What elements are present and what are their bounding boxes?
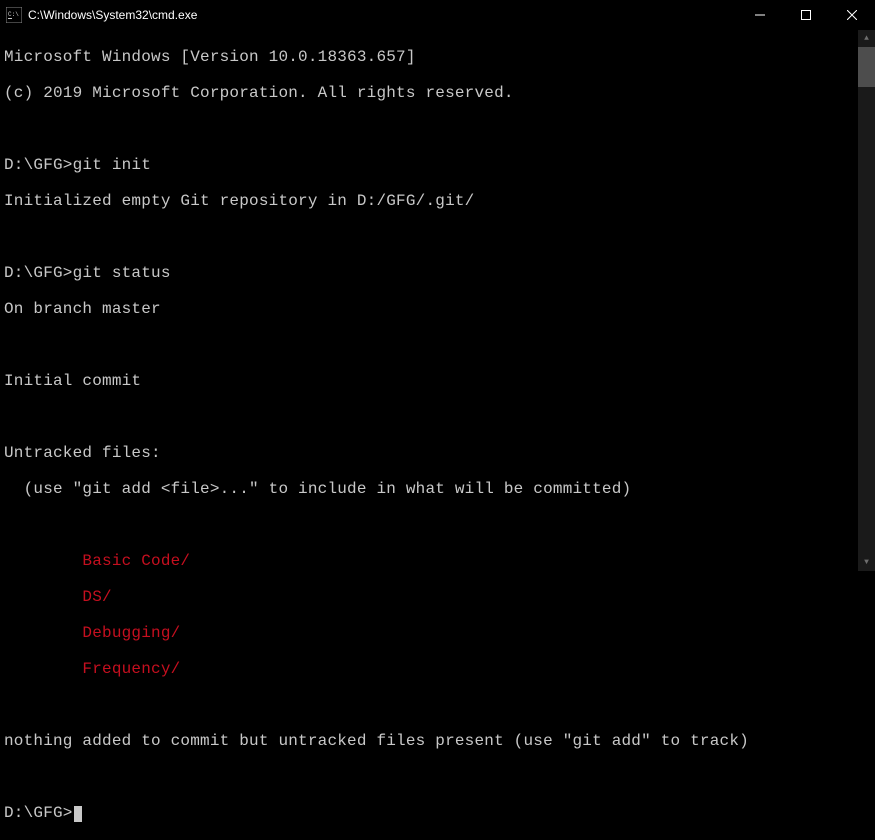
scrollbar-thumb[interactable] bbox=[858, 47, 875, 87]
blank-line bbox=[4, 516, 875, 534]
prompt-line: D:\GFG> bbox=[4, 804, 875, 822]
svg-text:C:\: C:\ bbox=[8, 11, 19, 18]
output-line: Untracked files: bbox=[4, 444, 875, 462]
indent bbox=[4, 624, 82, 642]
blank-line bbox=[4, 768, 875, 786]
untracked-file: DS/ bbox=[4, 588, 875, 606]
titlebar[interactable]: C:\ C:\Windows\System32\cmd.exe bbox=[0, 0, 875, 30]
output-line: Initial commit bbox=[4, 372, 875, 390]
output-line: (use "git add <file>..." to include in w… bbox=[4, 480, 875, 498]
indent bbox=[4, 588, 82, 606]
blank-line bbox=[4, 696, 875, 714]
cmd-icon: C:\ bbox=[6, 7, 22, 23]
prompt-line: D:\GFG>git init bbox=[4, 156, 875, 174]
indent bbox=[4, 552, 82, 570]
untracked-file: Basic Code/ bbox=[4, 552, 875, 570]
output-line: nothing added to commit but untracked fi… bbox=[4, 732, 875, 750]
scroll-up-icon[interactable]: ▲ bbox=[858, 30, 875, 47]
maximize-button[interactable] bbox=[783, 0, 829, 30]
window-controls bbox=[737, 0, 875, 29]
terminal[interactable]: Microsoft Windows [Version 10.0.18363.65… bbox=[4, 30, 875, 571]
command-text: git init bbox=[73, 156, 151, 174]
untracked-name: Frequency/ bbox=[82, 660, 180, 678]
untracked-name: Debugging/ bbox=[82, 624, 180, 642]
cursor bbox=[74, 806, 82, 822]
indent bbox=[4, 660, 82, 678]
prompt-line: D:\GFG>git status bbox=[4, 264, 875, 282]
output-line: On branch master bbox=[4, 300, 875, 318]
blank-line bbox=[4, 120, 875, 138]
copyright-line: (c) 2019 Microsoft Corporation. All righ… bbox=[4, 84, 875, 102]
prompt: D:\GFG> bbox=[4, 804, 73, 822]
scrollbar[interactable]: ▲ ▼ bbox=[858, 30, 875, 571]
close-button[interactable] bbox=[829, 0, 875, 30]
untracked-file: Debugging/ bbox=[4, 624, 875, 642]
window-title: C:\Windows\System32\cmd.exe bbox=[28, 8, 737, 22]
banner-line: Microsoft Windows [Version 10.0.18363.65… bbox=[4, 48, 875, 66]
prompt: D:\GFG> bbox=[4, 156, 73, 174]
blank-line bbox=[4, 408, 875, 426]
untracked-file: Frequency/ bbox=[4, 660, 875, 678]
untracked-name: Basic Code/ bbox=[82, 552, 190, 570]
untracked-name: DS/ bbox=[82, 588, 111, 606]
blank-line bbox=[4, 228, 875, 246]
blank-line bbox=[4, 336, 875, 354]
output-line: Initialized empty Git repository in D:/G… bbox=[4, 192, 875, 210]
minimize-button[interactable] bbox=[737, 0, 783, 30]
command-text: git status bbox=[73, 264, 171, 282]
scroll-down-icon[interactable]: ▼ bbox=[858, 554, 875, 571]
prompt: D:\GFG> bbox=[4, 264, 73, 282]
